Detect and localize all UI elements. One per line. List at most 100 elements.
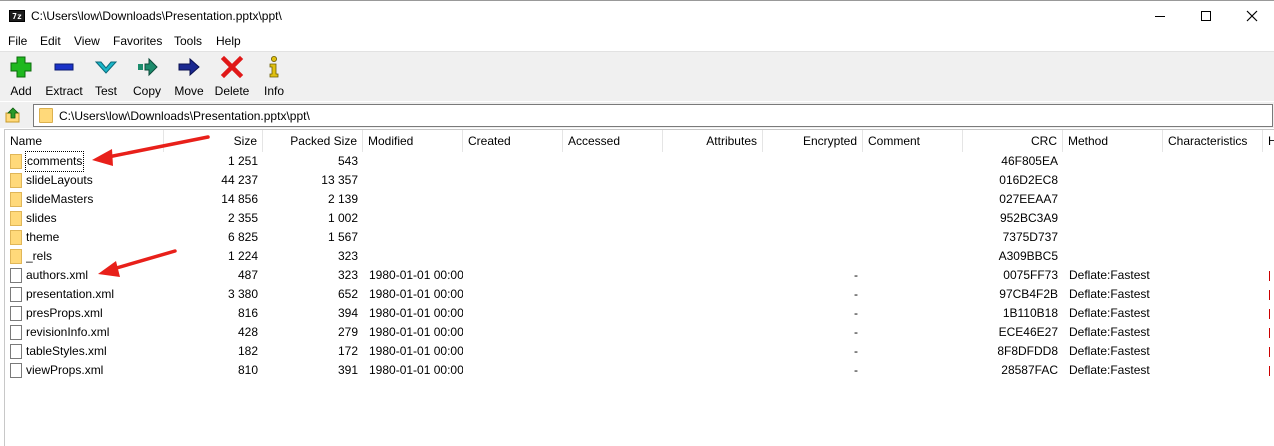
item-method: Deflate:Fastest (1069, 344, 1150, 358)
item-name: slideMasters (26, 192, 94, 206)
copy-button[interactable]: Copy (131, 55, 163, 99)
item-name: presentation.xml (26, 287, 115, 301)
toolbar: Add Extract Test Copy Move Delete Info (0, 51, 1274, 101)
item-crc: 8F8DFDD8 (997, 344, 1058, 358)
item-method: Deflate:Fastest (1069, 268, 1150, 282)
item-method (1069, 190, 1163, 209)
info-button[interactable]: Info (262, 55, 286, 99)
folder-icon (10, 230, 22, 245)
folder-icon (10, 211, 22, 226)
copy-icon (138, 57, 158, 77)
column-header-name[interactable]: Name (5, 130, 164, 152)
menu-favorites[interactable]: Favorites (113, 34, 162, 48)
item-packed-size: 1 002 (327, 211, 358, 225)
file-row[interactable]: revisionInfo.xml 428 279 1980-01-01 00:00 - E… (5, 323, 1274, 342)
file-row[interactable]: authors.xml 487 323 1980-01-01 00:00 - 0075FF… (5, 266, 1274, 285)
item-modified: 1980-01-01 00:00 (369, 268, 463, 282)
item-name: slideLayouts (26, 173, 93, 187)
file-row[interactable]: tableStyles.xml 182 172 1980-01-01 00:00 - 8F… (5, 342, 1274, 361)
column-header-attributes[interactable]: Attributes (663, 130, 763, 152)
item-crc: 1B110B18 (1002, 306, 1058, 320)
menu-file[interactable]: File (8, 34, 27, 48)
info-icon (269, 56, 279, 78)
delete-button[interactable]: Delete (214, 55, 250, 99)
move-button[interactable]: Move (173, 55, 205, 99)
item-size: 14 856 (221, 192, 258, 206)
add-label: Add (10, 84, 32, 98)
item-name: theme (26, 230, 60, 244)
app-icon: 7z (9, 10, 25, 22)
item-method: Deflate:Fastest (1069, 287, 1150, 301)
file-icon (10, 363, 22, 378)
item-encrypted: - (854, 268, 858, 282)
folder-row[interactable]: comments 1 251 543 46F805EA (5, 151, 1274, 172)
maximize-button[interactable] (1183, 1, 1229, 31)
copy-label: Copy (132, 84, 161, 98)
extract-icon (54, 63, 74, 71)
file-row[interactable]: viewProps.xml 810 391 1980-01-01 00:00 - 2858… (5, 361, 1274, 380)
item-packed-size: 323 (337, 268, 358, 282)
item-name: slides (26, 211, 57, 225)
close-button[interactable] (1229, 1, 1274, 31)
column-header-host-os[interactable]: H (1263, 130, 1274, 152)
folder-row[interactable]: theme 6 825 1 567 7375D737 (5, 228, 1274, 247)
move-icon (178, 57, 200, 77)
title-bar: 7z C:\Users\low\Downloads\Presentation.p… (0, 0, 1274, 31)
minimize-icon (1155, 15, 1165, 17)
column-header-packed-size[interactable]: Packed Size (263, 130, 363, 152)
file-icon (10, 344, 22, 359)
folder-row[interactable]: slideLayouts 44 237 13 357 016D2EC8 (5, 171, 1274, 190)
test-button[interactable]: Test (92, 55, 120, 99)
column-header-encrypted[interactable]: Encrypted (763, 130, 863, 152)
menu-tools[interactable]: Tools (174, 34, 202, 48)
folder-icon (10, 249, 22, 264)
column-header-characteristics[interactable]: Characteristics (1163, 130, 1263, 152)
item-encrypted (763, 190, 858, 209)
item-encrypted: - (854, 306, 858, 320)
host-os-cell (1269, 271, 1274, 281)
item-method (1069, 152, 1163, 171)
item-method (1069, 228, 1163, 247)
item-encrypted (763, 247, 858, 266)
folder-row[interactable]: slides 2 355 1 002 952BC3A9 (5, 209, 1274, 228)
extract-button[interactable]: Extract (44, 55, 84, 99)
column-header-comment[interactable]: Comment (863, 130, 963, 152)
item-crc: 016D2EC8 (999, 173, 1058, 187)
item-size: 1 251 (227, 154, 258, 168)
item-method (1069, 209, 1163, 228)
item-packed-size: 2 139 (327, 192, 358, 206)
item-name: tableStyles.xml (26, 344, 107, 358)
item-name: _rels (26, 249, 53, 263)
folder-row[interactable]: _rels 1 224 323 A309BBC5 (5, 247, 1274, 266)
item-encrypted (763, 171, 858, 190)
test-label: Test (94, 84, 117, 98)
add-button[interactable]: Add (8, 55, 34, 99)
column-header-crc[interactable]: CRC (963, 130, 1063, 152)
menu-help[interactable]: Help (216, 34, 241, 48)
host-os-cell (1269, 309, 1274, 319)
column-header-accessed[interactable]: Accessed (563, 130, 663, 152)
item-packed-size: 279 (337, 325, 358, 339)
menu-edit[interactable]: Edit (40, 34, 61, 48)
column-header-modified[interactable]: Modified (363, 130, 463, 152)
info-label: Info (263, 84, 284, 98)
item-name: viewProps.xml (26, 363, 104, 377)
column-header-method[interactable]: Method (1063, 130, 1163, 152)
column-header-created[interactable]: Created (463, 130, 563, 152)
column-header-size[interactable]: Size (164, 130, 263, 152)
file-row[interactable]: presentation.xml 3 380 652 1980-01-01 00:00… (5, 285, 1274, 304)
delete-label: Delete (214, 84, 250, 98)
folder-icon (10, 173, 22, 188)
item-encrypted: - (854, 344, 858, 358)
item-packed-size: 1 567 (327, 230, 358, 244)
menu-view[interactable]: View (74, 34, 100, 48)
address-path: C:\Users\low\Downloads\Presentation.pptx… (59, 109, 310, 123)
up-folder-icon[interactable] (5, 107, 21, 123)
folder-row[interactable]: slideMasters 14 856 2 139 027EEAA7 (5, 190, 1274, 209)
file-list: Name Size Packed Size Modified Created A… (4, 129, 1274, 446)
item-encrypted (763, 152, 858, 171)
minimize-button[interactable] (1137, 1, 1183, 31)
delete-icon (220, 55, 244, 79)
address-input[interactable]: C:\Users\low\Downloads\Presentation.pptx… (33, 104, 1273, 127)
file-row[interactable]: presProps.xml 816 394 1980-01-01 00:00 - 1B11… (5, 304, 1274, 323)
